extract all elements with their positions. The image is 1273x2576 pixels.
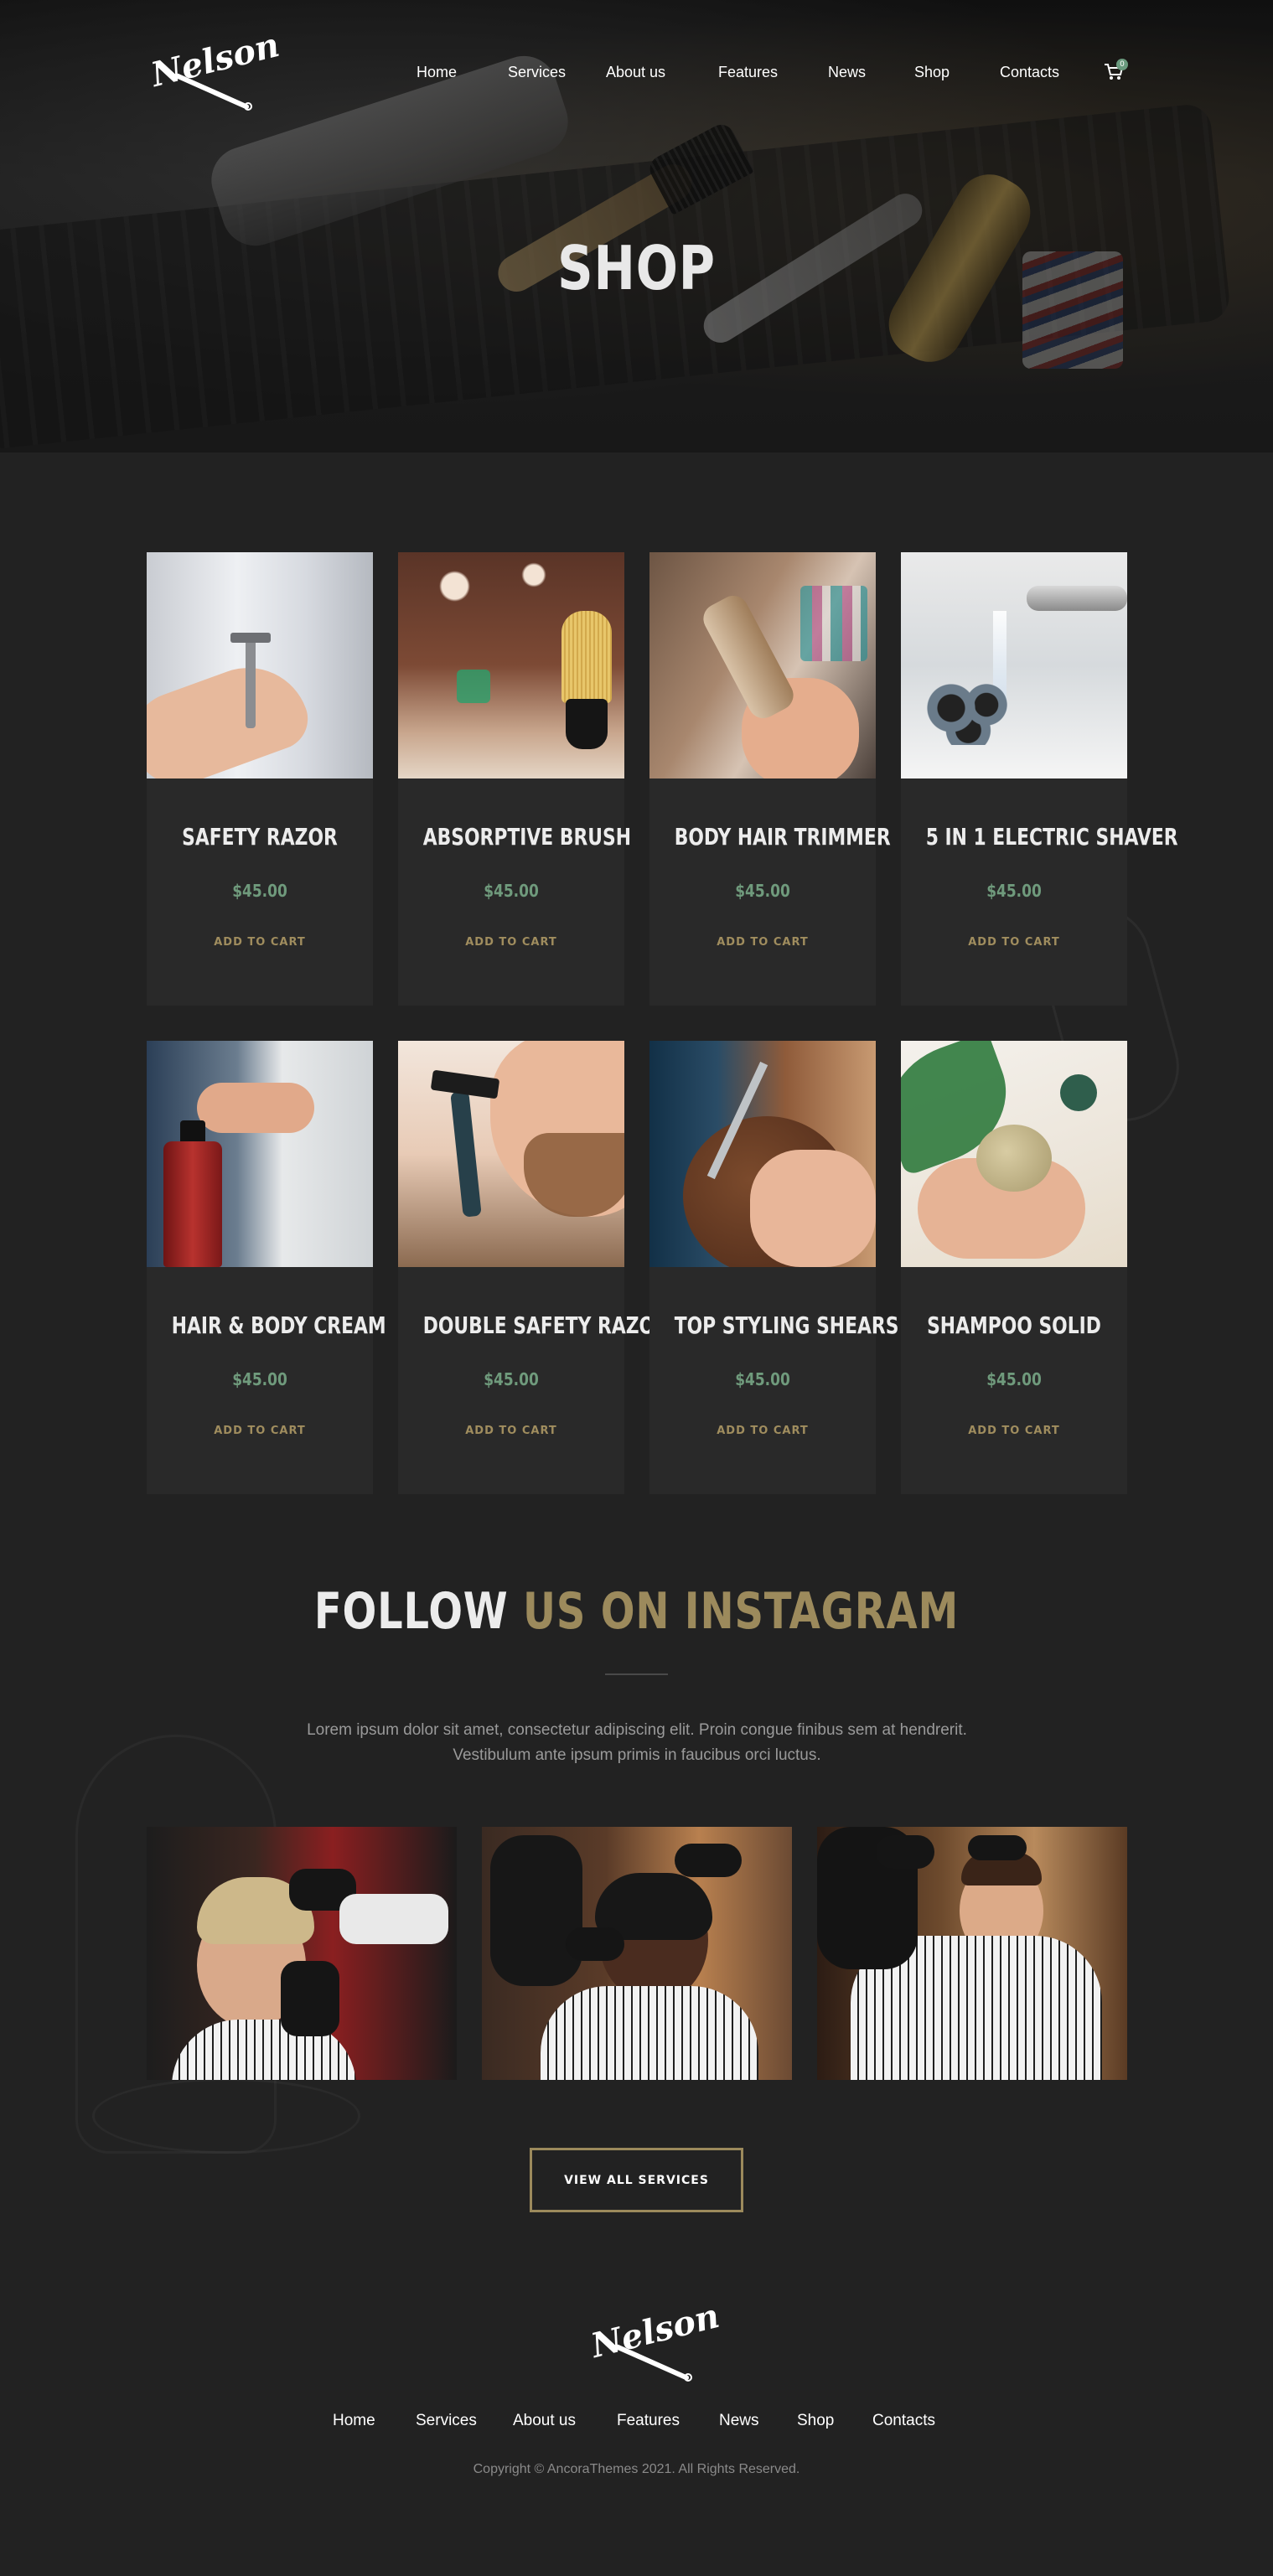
add-to-cart-button[interactable]: ADD TO CART — [951, 936, 1077, 953]
logo-razor-tip-icon — [684, 2373, 692, 2382]
footer-nav-about-us[interactable]: About us — [513, 2412, 576, 2430]
product-name[interactable]: 5 IN 1 ELECTRIC SHAVER — [926, 823, 1178, 851]
footer-nav-contacts[interactable]: Contacts — [872, 2412, 935, 2430]
add-to-cart-button[interactable]: ADD TO CART — [700, 1425, 825, 1441]
product-price: $45.00 — [484, 1369, 539, 1389]
main-nav: Home Services About us Features News Sho… — [0, 64, 1273, 84]
product-price: $45.00 — [986, 881, 1042, 901]
nav-features[interactable]: Features — [718, 64, 778, 81]
product-image-absorptive-brush[interactable] — [398, 552, 624, 778]
logo-razor-tip-icon — [244, 102, 252, 111]
background-chair-base — [92, 2078, 360, 2154]
add-to-cart-button[interactable]: ADD TO CART — [197, 936, 323, 953]
product-price: $45.00 — [232, 881, 287, 901]
product-image-top-styling-shears[interactable] — [649, 1041, 876, 1267]
product-card: ABSORPTIVE BRUSH $45.00 ADD TO CART — [398, 552, 631, 1006]
product-card: HAIR & BODY CREAM $45.00 ADD TO CART — [147, 1041, 386, 1494]
footer-nav-features[interactable]: Features — [617, 2412, 680, 2430]
product-name[interactable]: HAIR & BODY CREAM — [172, 1311, 386, 1339]
instagram-photo[interactable] — [147, 1827, 457, 2080]
product-image-double-safety-razor[interactable] — [398, 1041, 624, 1267]
nav-services[interactable]: Services — [508, 64, 566, 81]
nav-about-us[interactable]: About us — [606, 64, 665, 81]
nav-contacts[interactable]: Contacts — [1000, 64, 1059, 81]
product-card: TOP STYLING SHEARS $45.00 ADD TO CART — [649, 1041, 899, 1494]
product-name[interactable]: DOUBLE SAFETY RAZOR — [423, 1311, 669, 1339]
cart-button[interactable]: 0 — [1103, 59, 1128, 84]
logo-text: Nelson — [587, 2295, 723, 2367]
instagram-heading-white: FOLLOW — [313, 1582, 509, 1641]
add-to-cart-button[interactable]: ADD TO CART — [197, 1425, 323, 1441]
nav-news[interactable]: News — [828, 64, 866, 81]
product-image-shampoo-solid[interactable] — [901, 1041, 1127, 1267]
product-name[interactable]: ABSORPTIVE BRUSH — [423, 823, 631, 851]
product-name[interactable]: BODY HAIR TRIMMER — [675, 823, 891, 851]
product-card: SAFETY RAZOR $45.00 ADD TO CART — [147, 552, 373, 1006]
view-all-services-button[interactable]: VIEW ALL SERVICES — [530, 2148, 743, 2212]
cart-count-badge: 0 — [1116, 59, 1128, 70]
product-name[interactable]: SHAMPOO SOLID — [926, 1311, 1103, 1339]
add-to-cart-button[interactable]: ADD TO CART — [700, 936, 825, 953]
add-to-cart-button[interactable]: ADD TO CART — [448, 936, 574, 953]
instagram-heading-gold: US ON INSTAGRAM — [523, 1582, 960, 1641]
add-to-cart-button[interactable]: ADD TO CART — [448, 1425, 574, 1441]
product-card: 5 IN 1 ELECTRIC SHAVER $45.00 ADD TO CAR… — [901, 552, 1178, 1006]
instagram-photo[interactable] — [817, 1827, 1127, 2080]
product-image-hair-body-cream[interactable] — [147, 1041, 373, 1267]
nav-home[interactable]: Home — [417, 64, 457, 81]
product-price: $45.00 — [232, 1369, 287, 1389]
product-image-safety-razor[interactable] — [147, 552, 373, 778]
instagram-description: Lorem ipsum dolor sit amet, consectetur … — [307, 1721, 967, 1764]
footer-nav: Home Services About us Features News Sho… — [0, 2412, 1273, 2434]
nav-shop[interactable]: Shop — [914, 64, 950, 81]
product-image-body-hair-trimmer[interactable] — [649, 552, 876, 778]
product-card: SHAMPOO SOLID $45.00 ADD TO CART — [901, 1041, 1127, 1494]
page-title: SHOP — [557, 233, 716, 303]
product-card: BODY HAIR TRIMMER $45.00 ADD TO CART — [649, 552, 891, 1006]
product-price: $45.00 — [735, 881, 790, 901]
product-image-electric-shaver[interactable] — [901, 552, 1127, 778]
product-price: $45.00 — [986, 1369, 1042, 1389]
product-card: DOUBLE SAFETY RAZOR $45.00 ADD TO CART — [398, 1041, 669, 1494]
heading-divider — [605, 1673, 668, 1675]
product-price: $45.00 — [735, 1369, 790, 1389]
footer-nav-home[interactable]: Home — [333, 2412, 375, 2430]
footer-nav-shop[interactable]: Shop — [797, 2412, 834, 2430]
footer-nav-news[interactable]: News — [719, 2412, 759, 2430]
copyright-text: Copyright © AncoraThemes 2021. All Right… — [473, 2462, 800, 2476]
footer-logo[interactable]: Nelson — [587, 2296, 723, 2382]
product-name[interactable]: TOP STYLING SHEARS — [675, 1311, 899, 1339]
instagram-heading: FOLLOW US ON INSTAGRAM — [127, 1582, 1146, 1641]
footer-nav-services[interactable]: Services — [416, 2412, 477, 2430]
add-to-cart-button[interactable]: ADD TO CART — [951, 1425, 1077, 1441]
instagram-photo[interactable] — [482, 1827, 792, 2080]
product-name[interactable]: SAFETY RAZOR — [172, 823, 349, 851]
product-price: $45.00 — [484, 881, 539, 901]
